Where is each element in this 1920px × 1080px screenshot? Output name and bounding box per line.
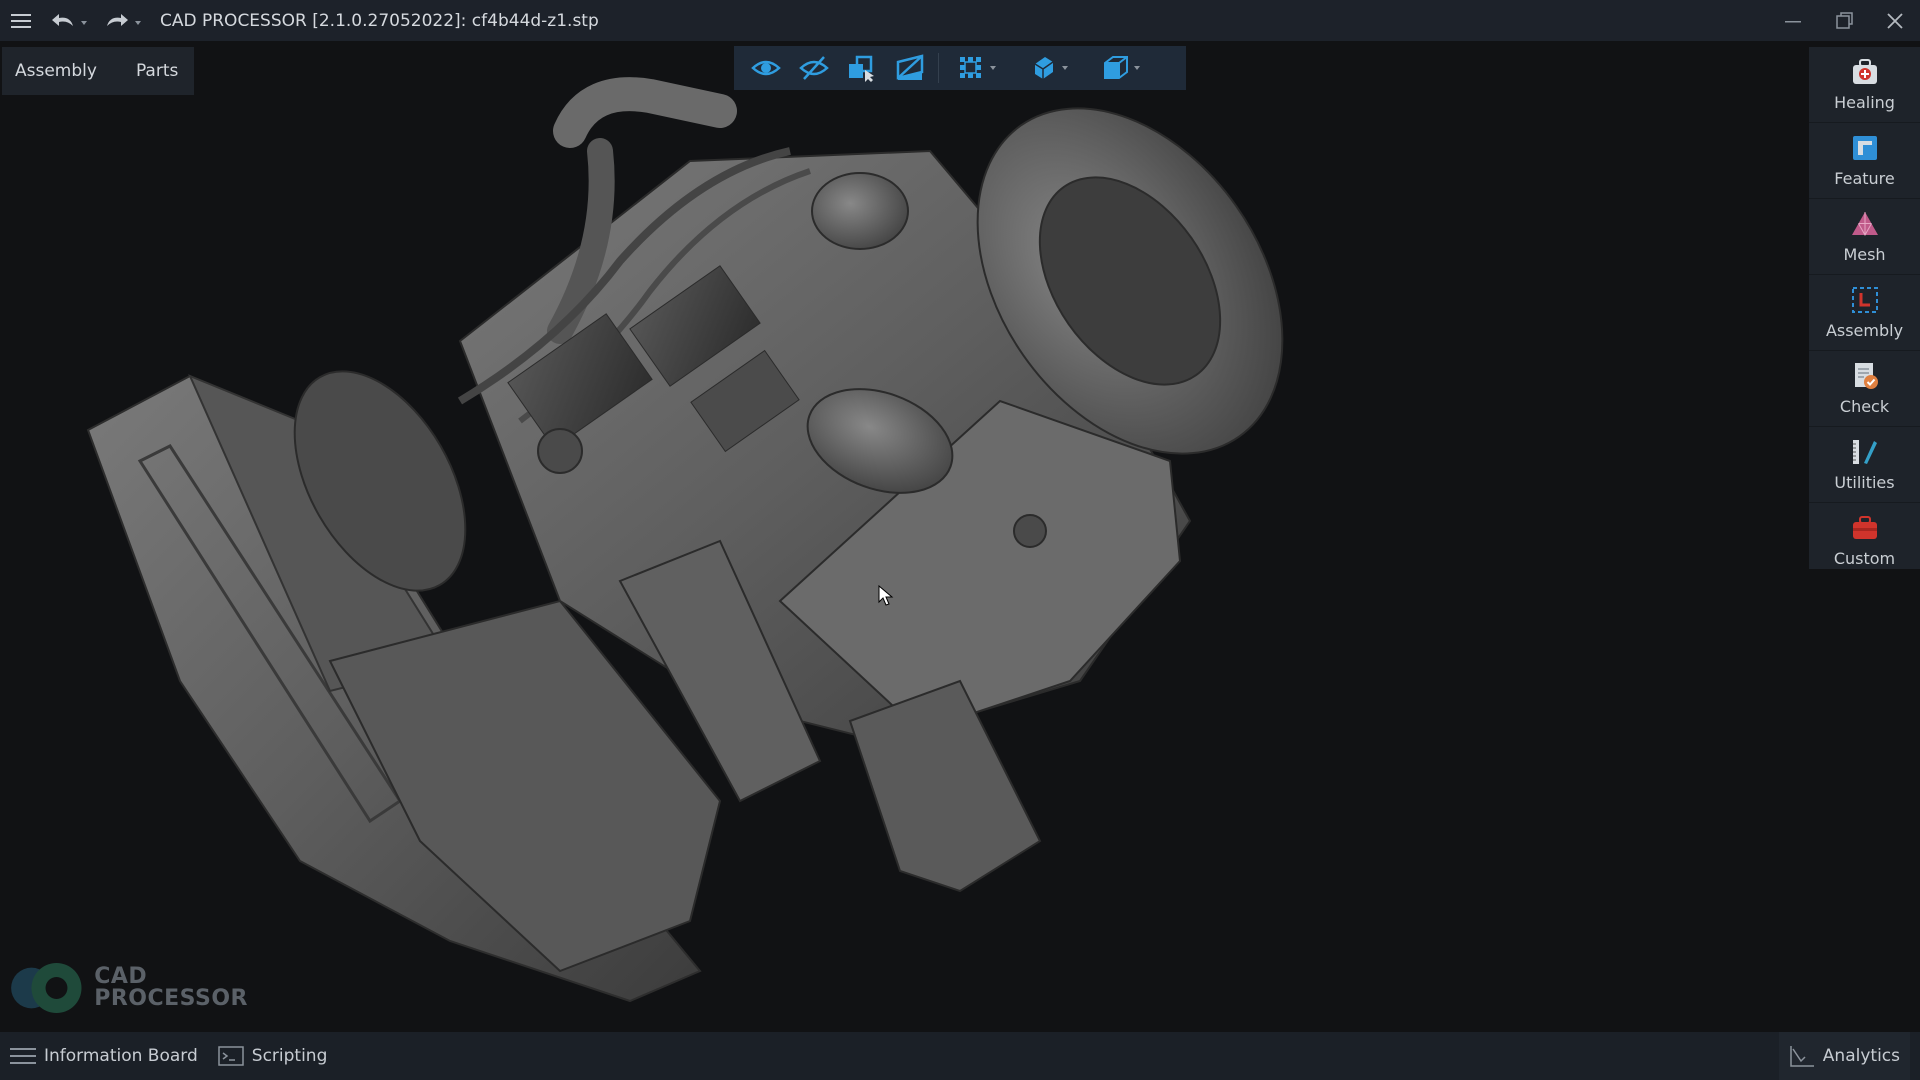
view-cube-icon <box>1104 56 1140 79</box>
module-label: Utilities <box>1834 473 1895 492</box>
module-feature[interactable]: Feature <box>1809 123 1920 199</box>
list-icon <box>10 1048 36 1064</box>
assembly-icon <box>1851 287 1878 313</box>
logo-text-line1: CAD <box>94 964 148 989</box>
select-parts-icon <box>849 55 874 82</box>
custom-icon <box>1852 516 1877 539</box>
analytics-label: Analytics <box>1822 1046 1900 1066</box>
bottom-bar: Information Board Scripting Analytics <box>0 1032 1920 1080</box>
module-label: Check <box>1839 397 1890 416</box>
view-toolbar <box>734 46 1186 90</box>
restore-button[interactable] <box>1818 0 1869 41</box>
undo-icon <box>52 13 87 26</box>
3d-viewport[interactable] <box>0 41 1920 1032</box>
hamburger-icon <box>11 13 31 28</box>
module-assembly[interactable]: Assembly <box>1809 275 1920 351</box>
mesh-icon <box>1851 212 1878 237</box>
minimize-button[interactable] <box>1767 0 1818 41</box>
grid-menu-button[interactable] <box>943 48 1015 88</box>
module-label: Custom <box>1833 549 1896 568</box>
clip-plane-button[interactable] <box>886 48 934 88</box>
module-mesh[interactable]: Mesh <box>1809 199 1920 275</box>
window-title: CAD PROCESSOR [2.1.0.27052022]: cf4b44d-… <box>160 10 599 31</box>
display-mode-icon <box>1034 57 1068 79</box>
engine-model[interactable] <box>0 41 1920 1032</box>
information-board-label: Information Board <box>44 1046 198 1066</box>
tab-assembly[interactable]: Assembly <box>2 47 110 95</box>
redo-icon <box>107 13 141 26</box>
mouse-cursor-icon <box>878 585 894 606</box>
terminal-icon <box>218 1046 244 1066</box>
logo-mark-icon <box>11 962 82 1014</box>
restore-icon <box>1835 11 1853 29</box>
redo-button[interactable] <box>96 0 150 41</box>
eye-off-icon <box>799 56 829 80</box>
feature-icon <box>1852 136 1877 160</box>
title-bar: CAD PROCESSOR [2.1.0.27052022]: cf4b44d-… <box>0 0 1920 41</box>
minimize-icon <box>1784 20 1801 22</box>
select-parts-button[interactable] <box>838 48 886 88</box>
module-label: Feature <box>1834 169 1895 188</box>
module-check[interactable]: Check <box>1809 351 1920 427</box>
analytics-icon <box>1790 1046 1814 1067</box>
display-mode-button[interactable] <box>1015 48 1087 88</box>
analytics-button[interactable]: Analytics <box>1778 1032 1910 1080</box>
undo-button[interactable] <box>42 0 96 41</box>
check-icon <box>1854 363 1878 389</box>
tab-parts[interactable]: Parts <box>110 47 191 95</box>
scripting-label: Scripting <box>251 1046 328 1066</box>
view-cube-button[interactable] <box>1087 48 1159 88</box>
grid-menu-icon <box>960 57 996 78</box>
cad-processor-logo: CAD PROCESSOR <box>8 955 248 1021</box>
close-icon <box>1886 12 1903 29</box>
module-panel: Healing Feature Mesh Assembly Check Util… <box>1809 47 1920 569</box>
module-custom[interactable]: Custom <box>1809 503 1920 578</box>
scripting-button[interactable]: Scripting <box>208 1032 338 1080</box>
module-healing[interactable]: Healing <box>1809 47 1920 123</box>
show-button[interactable] <box>742 48 790 88</box>
view-tabs: Assembly Parts <box>2 47 194 95</box>
information-board-button[interactable]: Information Board <box>0 1032 208 1080</box>
utilities-icon <box>1852 440 1877 464</box>
hamburger-menu-button[interactable] <box>0 0 42 41</box>
close-button[interactable] <box>1869 0 1920 41</box>
eye-icon <box>751 60 781 76</box>
logo-text-line2: PROCESSOR <box>94 986 248 1011</box>
healing-icon <box>1852 59 1877 84</box>
module-label: Healing <box>1834 93 1895 112</box>
module-label: Mesh <box>1843 245 1886 264</box>
clip-plane-icon <box>896 54 924 80</box>
hide-button[interactable] <box>790 48 838 88</box>
module-label: Assembly <box>1825 321 1904 340</box>
toolbar-separator <box>938 53 939 83</box>
module-utilities[interactable]: Utilities <box>1809 427 1920 503</box>
